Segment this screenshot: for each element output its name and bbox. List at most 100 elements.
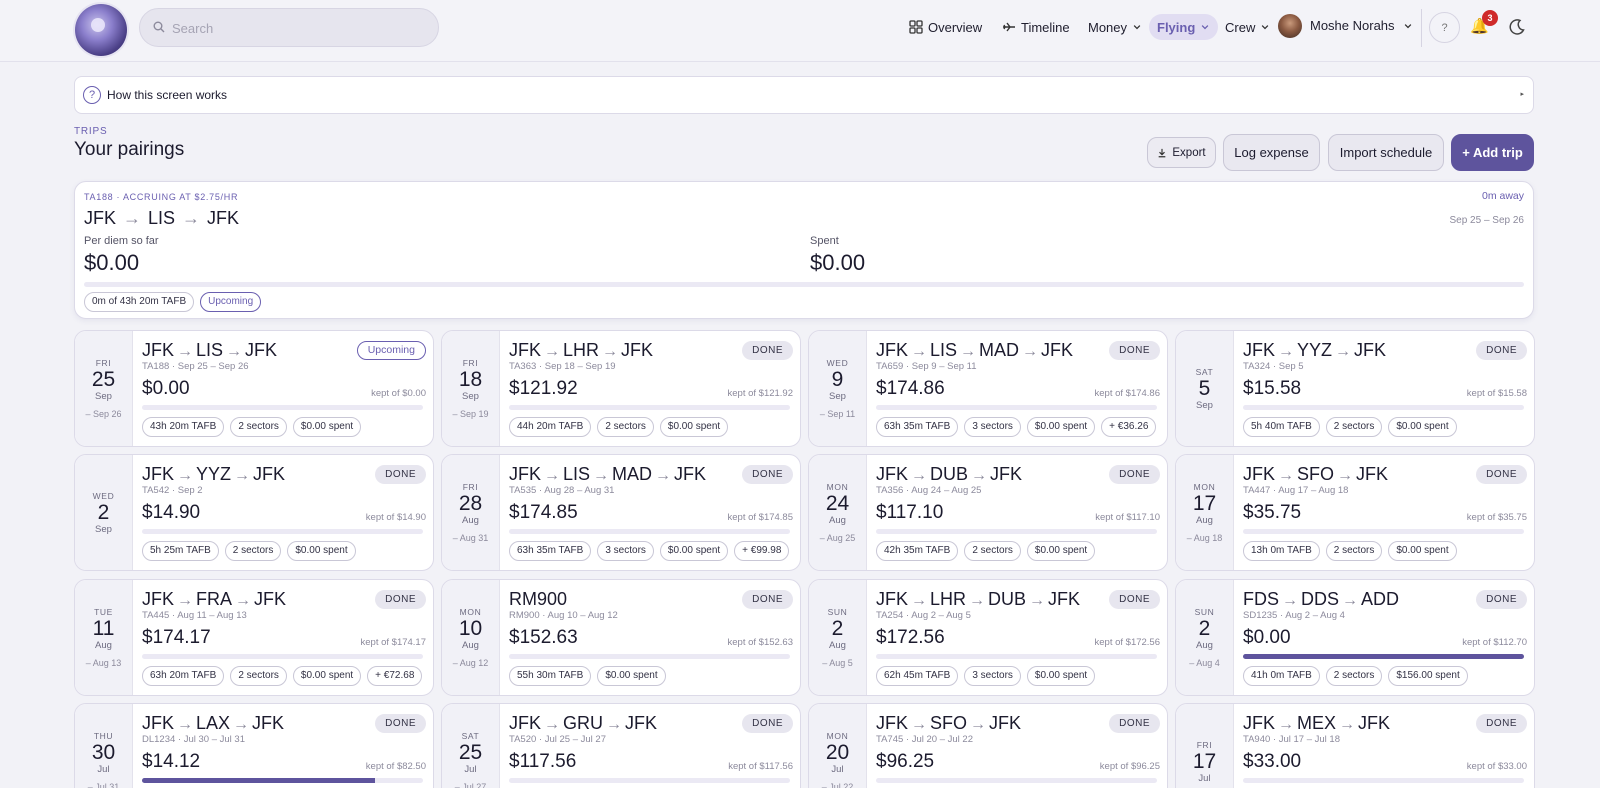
trip-pill: $0.00 spent	[1026, 666, 1096, 686]
trip-end-date: – Sep 26	[85, 409, 122, 419]
trip-day: 2	[831, 617, 844, 640]
nav-overview[interactable]: Overview	[909, 14, 982, 40]
trip-kept: kept of $33.00	[1466, 761, 1527, 772]
nav-crew[interactable]: Crew	[1225, 14, 1270, 40]
trip-card[interactable]: FRI 17 Jul JFK → MEX → JFK TA940 · Jul 17 – Jul …	[1175, 703, 1535, 788]
nav-timeline[interactable]: Timeline	[1002, 14, 1070, 40]
route-airport: JFK	[509, 340, 542, 360]
trip-pill: 43h 20m TAFB	[142, 417, 225, 437]
trip-kept: kept of $174.17	[360, 637, 427, 648]
how-this-screen-works-toggle[interactable]: ? How this screen works ▸	[74, 76, 1534, 114]
log-expense-button[interactable]: Log expense	[1223, 134, 1320, 171]
moon-icon[interactable]	[1508, 18, 1526, 36]
route-arrow-icon: →	[234, 467, 251, 484]
active-trip-eyebrow: TA188 · ACCRUING AT $2.75/HR	[84, 192, 239, 202]
avatar[interactable]	[1278, 14, 1302, 38]
trip-card[interactable]: WED 2 Sep JFK → YYZ → JFK TA542 · Sep 2 DONE $14.9…	[74, 454, 434, 571]
trip-amount: $121.92	[509, 378, 578, 399]
trip-card-body: JFK → LIS → JFK TA188 · Sep 25 – Sep 26 Upcomi…	[142, 331, 426, 446]
trip-day: 24	[825, 492, 850, 515]
search-input[interactable]	[172, 18, 422, 38]
trip-progress-bar	[509, 778, 790, 783]
trip-day: 11	[92, 617, 115, 640]
route-airport: JFK	[1354, 340, 1387, 360]
trip-subtitle: TA542 · Sep 2	[142, 485, 203, 496]
trip-card[interactable]: SAT 25 Jul – Jul 27 JFK → GRU → JFK TA520 · Jul 2…	[441, 703, 801, 788]
route-arrow-icon: →	[1335, 343, 1352, 360]
trip-day: 17	[1192, 492, 1217, 515]
trip-date-column: SUN 2 Aug – Aug 4	[1176, 580, 1234, 695]
trip-subtitle: TA363 · Sep 18 – Sep 19	[509, 361, 616, 372]
trip-date-column: SAT 5 Sep	[1176, 331, 1234, 446]
chevron-down-icon	[1404, 23, 1411, 28]
trip-card[interactable]: TUE 11 Aug – Aug 13 JFK → FRA → JFK TA445 · Aug 1…	[74, 579, 434, 696]
trip-pill: 63h 35m TAFB	[509, 541, 592, 561]
import-schedule-button[interactable]: Import schedule	[1328, 134, 1444, 171]
route-arrow-icon: →	[177, 343, 194, 360]
route-arrow-icon: →	[177, 592, 194, 609]
trip-route: JFK → LHR → JFK	[509, 340, 653, 361]
chevron-down-icon	[1201, 25, 1209, 30]
trip-card[interactable]: FRI 28 Aug – Aug 31 JFK → LIS → MAD → JFK TA535 · A…	[441, 454, 801, 571]
active-trip-dates: Sep 25 – Sep 26	[1449, 215, 1524, 226]
nav-timeline-label: Timeline	[1021, 19, 1070, 35]
trip-amount: $174.17	[142, 627, 211, 648]
app-logo[interactable]	[75, 4, 127, 56]
trip-card[interactable]: WED 9 Sep – Sep 11 JFK → LIS → MAD → JFK TA659 · Se…	[808, 330, 1168, 447]
trip-card-body: JFK → YYZ → JFK TA542 · Sep 2 DONE $14.90 kept o…	[142, 455, 426, 570]
trip-date-column: FRI 25 Sep – Sep 26	[75, 331, 133, 446]
trip-card[interactable]: SUN 2 Aug – Aug 5 JFK → LHR → DUB → JFK TA254 · Aug…	[808, 579, 1168, 696]
nav-money[interactable]: Money	[1088, 14, 1142, 40]
trip-date-column: THU 30 Jul – Jul 31	[75, 704, 133, 788]
add-trip-button[interactable]: + Add trip	[1451, 134, 1534, 171]
trip-progress-bar	[509, 654, 790, 659]
trip-weekday: SAT	[1195, 366, 1214, 377]
route-arrow-icon: →	[1278, 343, 1295, 360]
trip-amount: $33.00	[1243, 751, 1302, 772]
trip-card[interactable]: MON 24 Aug – Aug 25 JFK → DUB → JFK TA356 · Aug 2…	[808, 454, 1168, 571]
route-airport: JFK	[142, 713, 175, 733]
trip-card[interactable]: SUN 2 Aug – Aug 4 FDS → DDS → ADD SD1235 · Aug 2 …	[1175, 579, 1535, 696]
add-trip-label: + Add trip	[1462, 145, 1523, 160]
trip-progress-bar	[876, 654, 1157, 659]
trip-route: JFK → LHR → DUB → JFK	[876, 589, 1080, 610]
trip-card[interactable]: MON 17 Aug – Aug 18 JFK → SFO → JFK TA447 · Aug 1…	[1175, 454, 1535, 571]
trip-end-date: – Jul 31	[87, 782, 120, 788]
trip-route: JFK → DUB → JFK	[876, 464, 1022, 485]
route-arrow-icon: →	[971, 467, 988, 484]
nav-flying[interactable]: Flying	[1149, 14, 1219, 40]
trip-card[interactable]: FRI 25 Sep – Sep 26 JFK → LIS → JFK TA188 · Sep 2…	[74, 330, 434, 447]
trip-card[interactable]: MON 20 Jul – Jul 22 JFK → SFO → JFK TA745 · Jul 2…	[808, 703, 1168, 788]
route-airport: JFK	[876, 589, 909, 609]
route-arrow-icon: →	[1278, 467, 1295, 484]
trip-weekday: FRI	[462, 482, 479, 492]
trip-pill: $0.00 spent	[659, 417, 729, 437]
route-arrow-icon: →	[544, 343, 561, 360]
route-airport: JFK	[674, 464, 707, 484]
trip-subtitle: TA940 · Jul 17 – Jul 18	[1243, 734, 1340, 745]
export-button[interactable]: Export	[1147, 137, 1216, 168]
trip-pill: $0.00 spent	[1026, 417, 1096, 437]
trip-pill: $0.00 spent	[659, 541, 729, 561]
route-airport: JFK	[245, 340, 278, 360]
help-button[interactable]: ?	[1429, 12, 1460, 43]
trip-card[interactable]: MON 10 Aug – Aug 12 RM900 RM900 · Aug 10 – Au…	[441, 579, 801, 696]
expand-arrow-icon: ▸	[1520, 91, 1524, 98]
trip-day: 20	[825, 741, 850, 764]
trip-pill: 2 sectors	[1325, 666, 1383, 686]
nav-crew-label: Crew	[1225, 19, 1256, 35]
trip-pills: 44h 20m TAFB 2 sectors $0.00 spent	[509, 417, 729, 437]
trip-card[interactable]: THU 30 Jul – Jul 31 JFK → LAX → JFK DL1234 · Jul …	[74, 703, 434, 788]
trip-card[interactable]: SAT 5 Sep JFK → YYZ → JFK TA324 · Sep 5 DONE $15.5…	[1175, 330, 1535, 447]
trip-day: 9	[831, 368, 844, 391]
search-box[interactable]	[139, 8, 439, 47]
trip-route: JFK → LIS → JFK	[142, 340, 277, 361]
route-arrow-icon: →	[235, 592, 252, 609]
route-arrow-icon: →	[911, 467, 928, 484]
route-arrow-icon: →	[123, 208, 142, 228]
user-menu[interactable]: Moshe Norahs	[1310, 18, 1413, 33]
trip-card[interactable]: FRI 18 Sep – Sep 19 JFK → LHR → JFK TA363 · Sep 1…	[441, 330, 801, 447]
trip-weekday: WED	[826, 358, 849, 368]
trip-kept: kept of $117.56	[728, 761, 793, 772]
active-trip-card[interactable]: TA188 · ACCRUING AT $2.75/HR 0m away JFK…	[74, 181, 1534, 319]
